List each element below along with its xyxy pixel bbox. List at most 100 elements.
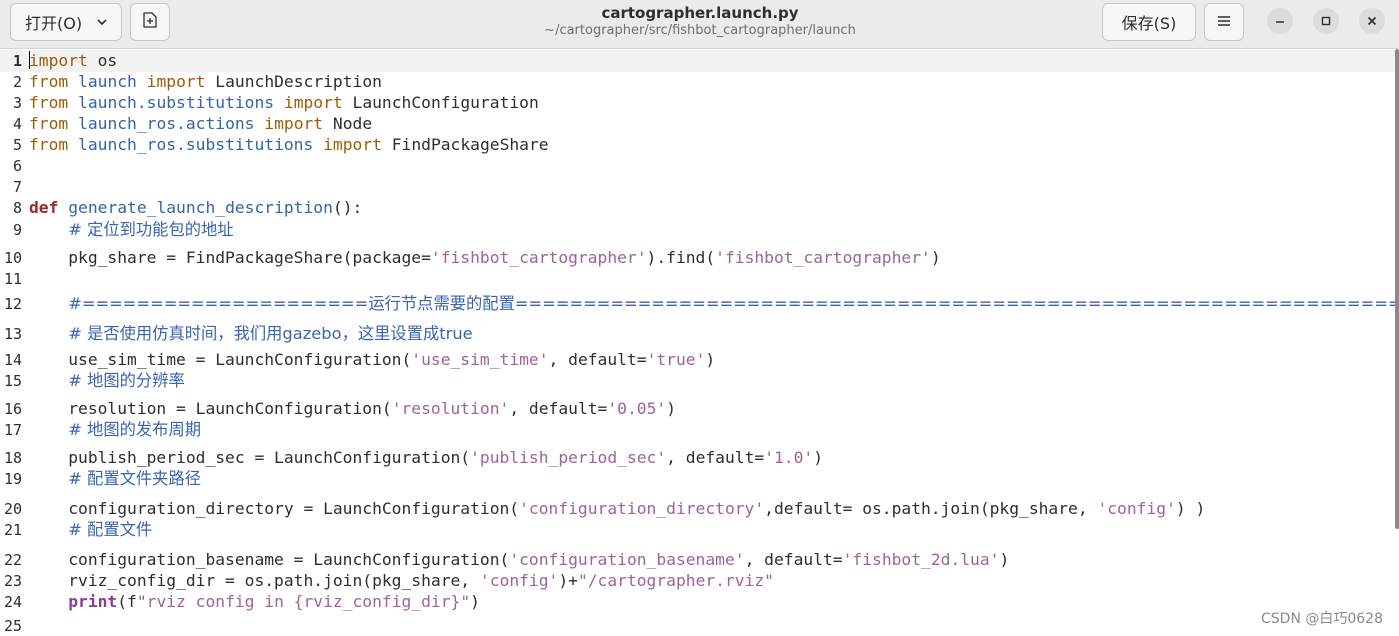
- code-text[interactable]: #=====================运行节点需要的配置=========…: [29, 293, 1399, 315]
- code-line[interactable]: 8 def generate_launch_description():: [0, 197, 1395, 219]
- code-line[interactable]: 21 # 配置文件: [0, 519, 1395, 541]
- code-text[interactable]: print(f"rviz config in {rviz_config_dir}…: [29, 591, 480, 613]
- code-text[interactable]: use_sim_time = LaunchConfiguration('use_…: [29, 349, 715, 371]
- new-document-button[interactable]: [130, 3, 170, 41]
- code-text[interactable]: configuration_basename = LaunchConfigura…: [29, 549, 1009, 571]
- code-text[interactable]: # 配置文件夹路径: [29, 468, 201, 490]
- code-line[interactable]: 22 configuration_basename = LaunchConfig…: [0, 549, 1395, 571]
- code-line[interactable]: 1 import os: [0, 50, 1395, 72]
- code-line[interactable]: 11: [0, 268, 1395, 290]
- minimize-button[interactable]: [1267, 8, 1293, 34]
- token-kw: import: [146, 72, 206, 91]
- code-line[interactable]: 19 # 配置文件夹路径: [0, 468, 1395, 490]
- token-kw: from: [29, 93, 69, 112]
- code-line[interactable]: 18 publish_period_sec = LaunchConfigurat…: [0, 447, 1395, 469]
- code-line[interactable]: 2 from launch import LaunchDescription: [0, 71, 1395, 93]
- code-text[interactable]: from launch_ros.substitutions import Fin…: [29, 134, 549, 156]
- code-text[interactable]: from launch.substitutions import LaunchC…: [29, 92, 539, 114]
- token-kw: from: [29, 114, 69, 133]
- line-number: 2: [12, 73, 22, 91]
- token-plain: ): [666, 399, 676, 418]
- code-text[interactable]: publish_period_sec = LaunchConfiguration…: [29, 447, 823, 469]
- token-plain: rviz_config_dir = os.path.join(pkg_share…: [29, 571, 480, 590]
- code-text[interactable]: # 地图的发布周期: [29, 419, 201, 441]
- menu-button[interactable]: [1204, 3, 1244, 41]
- code-line[interactable]: 10 pkg_share = FindPackageShare(package=…: [0, 247, 1395, 269]
- code-text[interactable]: from launch import LaunchDescription: [29, 71, 382, 93]
- token-kw: import: [283, 93, 343, 112]
- token-plain: os: [87, 51, 118, 70]
- token-mod: launch.substitutions: [78, 93, 275, 112]
- open-button-label: 打开(O): [25, 14, 83, 33]
- token-bi: print: [68, 592, 118, 611]
- code-text[interactable]: rviz_config_dir = os.path.join(pkg_share…: [29, 570, 774, 592]
- token-str: 'config': [1097, 499, 1176, 518]
- window-subtitle: ~/cartographer/src/fishbot_cartographer/…: [544, 23, 856, 38]
- code-line[interactable]: 3 from launch.substitutions import Launch…: [0, 92, 1395, 114]
- token-plain: (f: [117, 592, 137, 611]
- token-str: 'publish_period_sec': [470, 448, 667, 467]
- line-number: 17: [3, 421, 22, 439]
- code-text[interactable]: # 配置文件: [29, 519, 152, 541]
- token-plain: ): [705, 350, 716, 369]
- token-str: 'fishbot_cartographer': [430, 248, 647, 267]
- code-text[interactable]: pkg_share = FindPackageShare(package='fi…: [29, 247, 940, 269]
- code-line[interactable]: 24 print(f"rviz config in {rviz_config_d…: [0, 591, 1395, 613]
- line-number: 3: [12, 94, 22, 112]
- watermark: CSDN @白巧0628: [1261, 611, 1383, 627]
- code-line[interactable]: 23 rviz_config_dir = os.path.join(pkg_sh…: [0, 570, 1395, 592]
- code-line[interactable]: 25: [0, 615, 1395, 636]
- line-number: 11: [3, 270, 22, 288]
- code-text[interactable]: # 是否使用仿真时间，我们用gazebo，这里设置成true: [29, 323, 472, 345]
- code-line[interactable]: 16 resolution = LaunchConfiguration('res…: [0, 398, 1395, 420]
- code-line[interactable]: 15 # 地图的分辨率: [0, 370, 1395, 392]
- open-button[interactable]: 打开(O): [10, 3, 122, 41]
- token-kw: import: [323, 135, 382, 154]
- token-cmt: #=====================运行节点需要的配置=========…: [68, 294, 1399, 313]
- code-text[interactable]: # 地图的分辨率: [29, 370, 185, 392]
- save-button-label: 保存(S): [1121, 14, 1177, 33]
- close-button[interactable]: [1359, 8, 1385, 34]
- token-plain: ): [999, 550, 1010, 569]
- token-plain: FindPackageShare: [381, 135, 549, 154]
- code-line[interactable]: 5 from launch_ros.substitutions import Fi…: [0, 134, 1395, 156]
- code-text[interactable]: configuration_directory = LaunchConfigur…: [29, 498, 1205, 520]
- code-text[interactable]: def generate_launch_description():: [29, 197, 362, 219]
- token-mod: launch: [78, 72, 137, 91]
- code-line[interactable]: 14 use_sim_time = LaunchConfiguration('u…: [0, 349, 1395, 371]
- code-line[interactable]: 13 # 是否使用仿真时间，我们用gazebo，这里设置成true: [0, 323, 1395, 345]
- vertical-scrollbar[interactable]: [1395, 49, 1399, 529]
- token-mod: generate_launch_description: [68, 198, 333, 217]
- save-button[interactable]: 保存(S): [1102, 3, 1196, 41]
- code-editor[interactable]: 1 import os 2 from launch import LaunchDesc…: [0, 49, 1399, 636]
- code-line[interactable]: 7: [0, 176, 1395, 198]
- code-line[interactable]: 4 from launch_ros.actions import Node: [0, 113, 1395, 135]
- maximize-button[interactable]: [1313, 8, 1339, 34]
- new-document-icon: [141, 11, 159, 33]
- token-str: 'resolution': [391, 399, 510, 418]
- code-line[interactable]: 20 configuration_directory = LaunchConfi…: [0, 498, 1395, 520]
- code-text[interactable]: from launch_ros.actions import Node: [29, 113, 372, 135]
- token-cmt: # 配置文件: [68, 520, 153, 539]
- line-number: 24: [3, 593, 22, 611]
- code-text[interactable]: import os: [29, 50, 117, 72]
- token-str: "rviz config in {rviz_config_dir}": [136, 592, 471, 611]
- code-text[interactable]: resolution = LaunchConfiguration('resolu…: [29, 398, 676, 420]
- code-line[interactable]: 17 # 地图的发布周期: [0, 419, 1395, 441]
- code-line[interactable]: 9 # 定位到功能包的地址: [0, 219, 1395, 241]
- token-cmt: # 地图的发布周期: [68, 420, 202, 439]
- code-line[interactable]: 12 #=====================运行节点需要的配置======…: [0, 293, 1399, 315]
- token-str: 'fishbot_cartographer': [715, 248, 931, 267]
- line-number: 9: [12, 221, 22, 239]
- line-number: 16: [3, 400, 22, 418]
- token-str: 'use_sim_time': [411, 350, 549, 369]
- code-text[interactable]: # 定位到功能包的地址: [29, 219, 233, 241]
- code-line[interactable]: 6: [0, 155, 1395, 177]
